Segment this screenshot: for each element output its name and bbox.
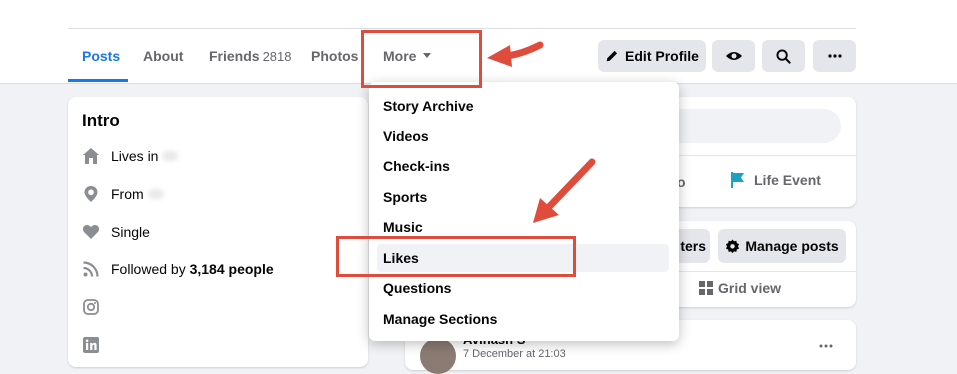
menu-item-videos[interactable]: Videos (383, 128, 429, 144)
menu-item-story-archive[interactable]: Story Archive (383, 98, 474, 114)
tab-friends-label: Friends (209, 48, 260, 64)
menu-item-manage-sections[interactable]: Manage Sections (383, 311, 497, 327)
tab-posts[interactable]: Posts (82, 48, 120, 64)
active-tab-indicator (68, 79, 128, 82)
edit-profile-button[interactable]: Edit Profile (598, 40, 706, 72)
intro-instagram[interactable] (82, 298, 111, 316)
flag-icon (731, 172, 744, 188)
manage-posts-button[interactable]: Manage posts (718, 229, 846, 263)
redacted-text (162, 151, 179, 161)
gear-icon (726, 238, 740, 253)
search-icon (776, 48, 791, 64)
search-profile-button[interactable] (762, 40, 805, 72)
create-post-card: o Life Event (672, 97, 856, 207)
tab-photos[interactable]: Photos (311, 48, 358, 64)
intro-from: From (82, 185, 164, 203)
life-event-button[interactable]: Life Event (729, 171, 821, 189)
avatar[interactable] (420, 338, 456, 374)
lives-in-label: Lives in (111, 148, 159, 164)
grid-view-label: Grid view (718, 280, 782, 296)
from-label: From (111, 186, 144, 202)
more-options-button[interactable] (813, 40, 856, 72)
card-divider (672, 271, 856, 272)
tab-about[interactable]: About (143, 48, 183, 64)
menu-item-music[interactable]: Music (383, 219, 423, 235)
intro-followers: Followed by 3,184 people (82, 260, 274, 278)
eye-icon (725, 52, 742, 60)
ellipsis-icon (827, 54, 842, 58)
followed-by-label: Followed by (111, 261, 186, 277)
home-icon (83, 148, 99, 164)
intro-linkedin[interactable] (82, 336, 111, 354)
redacted-text (147, 189, 164, 199)
annotation-box-more (361, 30, 482, 88)
instagram-icon (83, 299, 99, 315)
life-event-label: Life Event (754, 172, 821, 188)
create-post-input[interactable] (672, 109, 841, 143)
grid-view-tab[interactable]: Grid view (699, 280, 781, 296)
rss-icon (83, 261, 99, 277)
post-options-icon[interactable] (819, 344, 833, 348)
filters-label: ters (680, 238, 706, 254)
posts-filter-card: ters Manage posts Grid view (672, 221, 856, 307)
followers-count-link[interactable]: 3,184 people (190, 261, 274, 277)
heart-icon (82, 224, 100, 239)
view-as-button[interactable] (712, 40, 755, 72)
post-date[interactable]: 7 December at 21:03 (463, 348, 566, 360)
menu-item-sports[interactable]: Sports (383, 189, 427, 205)
menu-item-check-ins[interactable]: Check-ins (383, 158, 450, 174)
menu-item-questions[interactable]: Questions (383, 280, 451, 296)
intro-card: Intro Lives in From Single Followed by 3… (68, 97, 368, 367)
relationship-status: Single (111, 224, 150, 240)
annotation-box-likes (336, 236, 576, 277)
location-pin-icon (84, 186, 98, 202)
edit-profile-label: Edit Profile (625, 48, 699, 64)
intro-relationship: Single (82, 223, 150, 241)
card-divider (672, 155, 856, 156)
header-divider (68, 28, 856, 29)
tab-friends[interactable]: Friends 2818 (209, 48, 292, 64)
intro-title: Intro (82, 111, 120, 130)
manage-posts-label: Manage posts (745, 238, 839, 254)
linkedin-icon (83, 337, 99, 353)
friends-count: 2818 (262, 49, 292, 64)
grid-icon (699, 281, 713, 295)
more-dropdown-menu: Story Archive Videos Check-ins Sports Mu… (369, 82, 679, 341)
pencil-icon (606, 50, 618, 62)
intro-lives-in: Lives in (82, 147, 179, 165)
